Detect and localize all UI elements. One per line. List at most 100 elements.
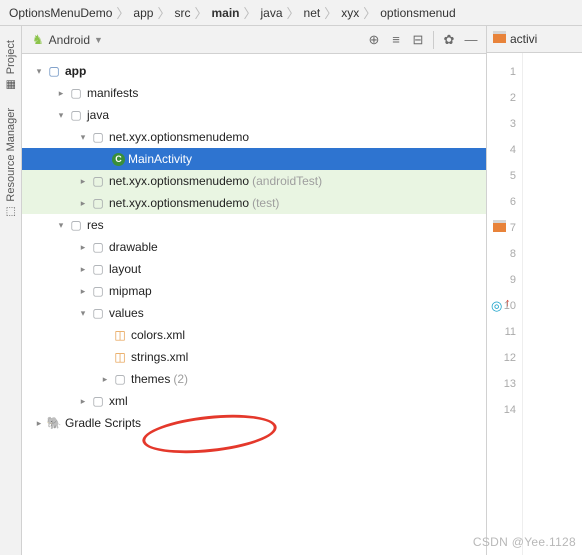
chevron-right-icon: 〉: [362, 3, 377, 22]
tree-node-label: net.xyx.optionsmenudemo: [109, 174, 249, 188]
tree-node-label: strings.xml: [131, 350, 188, 364]
side-tab-strip: ▦ Project ⬚ Resource Manager: [0, 26, 22, 555]
line-number: 2: [510, 92, 516, 104]
tree-node-label: app: [65, 64, 86, 78]
gear-icon[interactable]: ✿: [440, 31, 458, 49]
gutter-line[interactable]: 13: [487, 371, 522, 397]
breadcrumb-item[interactable]: OptionsMenuDemo: [6, 6, 115, 20]
gutter-line[interactable]: ◎10: [487, 293, 522, 319]
tree-node-label: colors.xml: [131, 328, 185, 342]
tree-node-hint: (2): [173, 372, 188, 386]
tree-twisty-icon[interactable]: ▸: [76, 242, 90, 253]
tree-node[interactable]: ◫colors.xml: [22, 324, 486, 346]
chevron-right-icon: 〉: [286, 3, 301, 22]
collapse-icon[interactable]: ⊟: [409, 31, 427, 49]
gutter-line[interactable]: 14: [487, 397, 522, 423]
breadcrumb-item[interactable]: optionsmenud: [377, 6, 458, 20]
breadcrumb-item[interactable]: src: [171, 6, 193, 20]
tree-node-label: drawable: [109, 240, 158, 254]
tree-node[interactable]: ◫strings.xml: [22, 346, 486, 368]
gutter-target-icon[interactable]: ◎: [491, 298, 502, 314]
chevron-down-icon: ▼: [94, 35, 103, 45]
tree-node[interactable]: ▸▢themes(2): [22, 368, 486, 390]
tree-node-label: Gradle Scripts: [65, 416, 141, 430]
tree-twisty-icon[interactable]: ▾: [76, 308, 90, 319]
gutter-line[interactable]: 3: [487, 111, 522, 137]
tree-twisty-icon[interactable]: ▾: [76, 132, 90, 143]
breadcrumb-item[interactable]: net: [301, 6, 324, 20]
xml-icon: ◫: [112, 350, 128, 364]
tree-node[interactable]: ▸▢xml: [22, 390, 486, 412]
tree-twisty-icon[interactable]: ▸: [76, 264, 90, 275]
tree-twisty-icon[interactable]: ▸: [76, 396, 90, 407]
gradle-icon: 🐘: [46, 416, 62, 430]
gutter-line[interactable]: 4: [487, 137, 522, 163]
tree-node-label: values: [109, 306, 144, 320]
tree-twisty-icon[interactable]: ▸: [54, 88, 68, 99]
folder-mod-icon: ▢: [46, 64, 62, 78]
gutter-line[interactable]: 12: [487, 345, 522, 371]
select-opened-icon[interactable]: ⊕: [365, 31, 383, 49]
tree-twisty-icon[interactable]: ▸: [76, 286, 90, 297]
tree-twisty-icon[interactable]: ▸: [76, 198, 90, 209]
view-selector[interactable]: ♞ Android ▼: [32, 32, 103, 48]
tree-node[interactable]: ▸🐘Gradle Scripts: [22, 412, 486, 434]
gutter-line[interactable]: 1: [487, 59, 522, 85]
tree-node[interactable]: ▸▢mipmap: [22, 280, 486, 302]
expand-icon[interactable]: ≡: [387, 31, 405, 49]
tree-twisty-icon[interactable]: ▸: [76, 176, 90, 187]
breadcrumb-item[interactable]: xyx: [338, 6, 362, 20]
gutter-line[interactable]: 11: [487, 319, 522, 345]
chevron-right-icon: 〉: [115, 3, 130, 22]
line-number: 12: [504, 352, 516, 364]
tree-node[interactable]: ▾▢app: [22, 60, 486, 82]
tab-label: activi: [510, 32, 537, 46]
line-number: 5: [510, 170, 516, 182]
breadcrumb-item[interactable]: main: [208, 6, 242, 20]
tree-node[interactable]: ▸▢net.xyx.optionsmenudemo(test): [22, 192, 486, 214]
tree-node[interactable]: ▾▢res: [22, 214, 486, 236]
tree-node[interactable]: ▾▢net.xyx.optionsmenudemo: [22, 126, 486, 148]
side-tab-resource-manager[interactable]: ⬚ Resource Manager: [5, 108, 17, 218]
tree-node[interactable]: CMainActivity: [22, 148, 486, 170]
tree-twisty-icon[interactable]: ▾: [54, 110, 68, 121]
tree-header: ♞ Android ▼ ⊕ ≡ ⊟ ✿ —: [22, 26, 486, 54]
tree-node[interactable]: ▸▢layout: [22, 258, 486, 280]
gutter-line[interactable]: 2: [487, 85, 522, 111]
project-tree[interactable]: ▾▢app▸▢manifests▾▢java▾▢net.xyx.optionsm…: [22, 54, 486, 440]
tree-node[interactable]: ▾▢java: [22, 104, 486, 126]
tree-node[interactable]: ▾▢values: [22, 302, 486, 324]
side-tab-label: Resource Manager: [5, 108, 17, 202]
tree-twisty-icon[interactable]: ▾: [54, 220, 68, 231]
line-number: 7: [510, 222, 516, 234]
gutter-line[interactable]: 9: [487, 267, 522, 293]
editor-body[interactable]: [523, 53, 582, 555]
breadcrumb-item[interactable]: app: [130, 6, 156, 20]
side-tab-project[interactable]: ▦ Project: [5, 40, 17, 90]
tree-node[interactable]: ▸▢manifests: [22, 82, 486, 104]
gutter-line[interactable]: 5: [487, 163, 522, 189]
editor-gutter[interactable]: 123456789◎1011121314: [487, 53, 523, 555]
hide-icon[interactable]: —: [462, 31, 480, 49]
gutter-xml-icon[interactable]: [493, 223, 506, 232]
gutter-line[interactable]: 6: [487, 189, 522, 215]
tree-node[interactable]: ▸▢drawable: [22, 236, 486, 258]
tree-twisty-icon[interactable]: ▸: [98, 374, 112, 385]
chevron-right-icon: 〉: [323, 3, 338, 22]
gutter-line[interactable]: 7: [487, 215, 522, 241]
tree-twisty-icon[interactable]: ▸: [32, 418, 46, 429]
xml-file-icon: [493, 34, 506, 43]
tree-node[interactable]: ▸▢net.xyx.optionsmenudemo(androidTest): [22, 170, 486, 192]
editor-tab-activity[interactable]: activi: [493, 32, 537, 46]
project-tree-panel: ♞ Android ▼ ⊕ ≡ ⊟ ✿ — ▾▢app▸▢manifests▾▢…: [22, 26, 487, 555]
gutter-line[interactable]: 8: [487, 241, 522, 267]
tree-twisty-icon[interactable]: ▾: [32, 66, 46, 77]
line-number: 9: [510, 274, 516, 286]
tree-node-hint: (test): [252, 196, 279, 210]
breadcrumb-item[interactable]: java: [258, 6, 286, 20]
xml-icon: ◫: [112, 328, 128, 342]
chevron-right-icon: 〉: [242, 3, 257, 22]
separator: [433, 31, 434, 49]
tree-node-label: res: [87, 218, 104, 232]
line-number: 8: [510, 248, 516, 260]
